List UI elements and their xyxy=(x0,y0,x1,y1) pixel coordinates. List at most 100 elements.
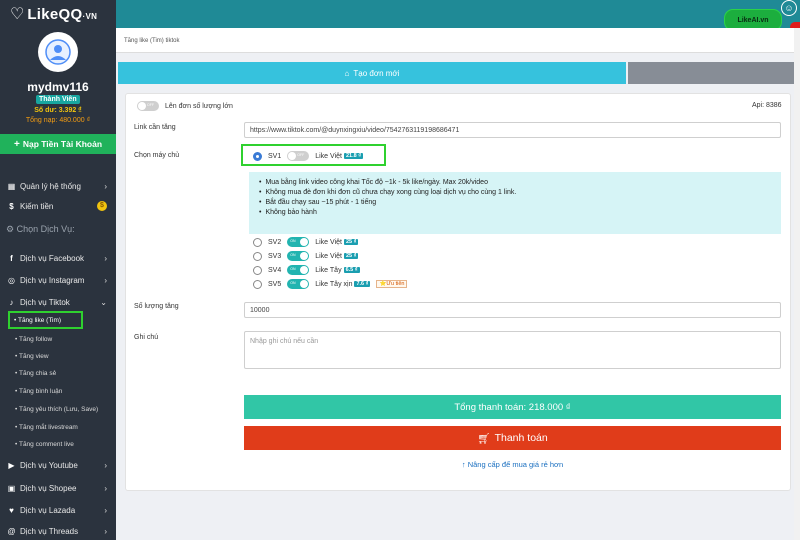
server-desc: Like Việt xyxy=(315,238,342,246)
chevron-right-icon: › xyxy=(104,483,107,493)
sub-item-follow[interactable]: • Tăng follow xyxy=(15,336,52,343)
scrollbar[interactable] xyxy=(794,28,800,540)
server-option-sv3[interactable]: SV3 ON Like Việt 25 ₫ xyxy=(253,250,359,262)
sidebar-item-label: Kiếm tiền xyxy=(20,201,54,211)
sub-item-label: Tăng chia sẻ xyxy=(18,370,57,377)
sidebar-item-label: Dịch vụ Facebook xyxy=(20,253,85,263)
toggle-text: ON xyxy=(290,253,296,257)
sidebar: ♡ LikeQQ·VN mydmv116 Thành Viên Số dư: 3… xyxy=(0,0,116,540)
server-toggle[interactable]: ON xyxy=(287,251,310,261)
server-toggle[interactable]: ON xyxy=(287,237,310,247)
total-deposit: Tổng nạp: 480.000 ₫ xyxy=(25,117,91,124)
sidebar-item-label: Dịch vụ Threads xyxy=(20,526,79,536)
facebook-icon: f xyxy=(10,253,13,263)
shopping-bag-icon: ▣ xyxy=(7,483,16,493)
info-line: Mua bằng link video công khai Tốc độ ~1k… xyxy=(259,178,516,188)
info-line: Không bảo hành xyxy=(259,208,516,218)
toggle-text: ON xyxy=(290,239,296,243)
pay-button[interactable]: 🛒︎ Thanh toán xyxy=(244,426,781,450)
server-price: 6.5 ₫ xyxy=(343,267,360,273)
note-label: Ghi chú xyxy=(134,334,159,341)
sub-item-label: Tăng view xyxy=(18,353,49,360)
server-name: SV3 xyxy=(268,252,282,260)
upgrade-link[interactable]: ↑ Nâng cấp để mua giá rẻ hơn xyxy=(244,460,781,469)
server-desc: Like Tây xyxy=(315,266,342,274)
sub-item-view[interactable]: • Tăng view xyxy=(15,353,49,360)
api-label: Api: 8386 xyxy=(752,102,782,109)
priority-label: Ưu tiên xyxy=(386,281,405,287)
server-price: 25 ₫ xyxy=(343,253,359,259)
server-price: 21.8 ₫ xyxy=(343,153,364,159)
balance: Số dư: 3.392 ₫ xyxy=(34,107,82,114)
total-button[interactable]: Tổng thanh toán: 218.000 ₫ xyxy=(244,395,781,419)
pay-button-label: Thanh toán xyxy=(494,432,548,444)
quantity-input[interactable]: 10000 xyxy=(244,302,781,318)
sidebar-item-youtube[interactable]: ▶ Dịch vụ Youtube › xyxy=(0,457,116,473)
section-label-text: Chọn Dịch Vụ: xyxy=(16,224,75,234)
user-menu-icon[interactable]: ☺ xyxy=(781,0,797,16)
toggle-text: ON xyxy=(290,281,296,285)
server-name: SV2 xyxy=(268,238,282,246)
sidebar-item-label: Dịch vụ Tiktok xyxy=(20,297,70,307)
sidebar-item-shopee[interactable]: ▣ Dịch vụ Shopee › xyxy=(0,480,116,496)
info-line: Không mua đè đơn khi đơn cũ chưa chạy xo… xyxy=(259,188,516,198)
server-option-sv2[interactable]: SV2 ON Like Việt 25 ₫ xyxy=(253,236,359,248)
tiktok-icon: ♪ xyxy=(9,297,14,307)
sidebar-item-instagram[interactable]: ◎ Dịch vụ Instagram › xyxy=(0,272,116,288)
server-toggle[interactable]: OFF xyxy=(287,151,310,161)
deposit-button[interactable]: + Nạp Tiền Tài Khoản xyxy=(0,134,116,154)
server-option-sv5[interactable]: SV5 ON Like Tây xịn 7.6 ₫ ⭐Ưu tiên xyxy=(253,278,408,290)
dollar-icon: $ xyxy=(9,201,14,211)
user-avatar-icon xyxy=(45,39,71,65)
sidebar-item-tiktok[interactable]: ♪ Dịch vụ Tiktok ⌄ xyxy=(0,294,116,310)
toggle-text: OFF xyxy=(147,103,154,107)
sidebar-item-system[interactable]: ▦ Quản lý hệ thống › xyxy=(0,178,116,194)
chevron-right-icon: › xyxy=(104,181,107,191)
username: mydmv116 xyxy=(27,80,89,94)
bulk-order-toggle[interactable]: OFF xyxy=(137,101,159,111)
server-radio[interactable] xyxy=(253,279,262,289)
sub-item-label: Tăng like (Tim) xyxy=(17,317,62,324)
breadcrumb-bar: Tăng like (Tim) tiktok xyxy=(116,28,800,53)
sub-item-save[interactable]: • Tăng yêu thích (Lưu, Save) xyxy=(15,406,98,413)
cart-plus-icon: ⌂ xyxy=(344,68,350,78)
server-toggle[interactable]: ON xyxy=(287,265,310,275)
tab-create-order[interactable]: ⌂ Tạo đơn mới xyxy=(118,62,626,84)
deposit-button-label: Nạp Tiền Tài Khoản xyxy=(22,139,103,149)
arrow-up-icon: ↑ xyxy=(461,460,466,469)
logo[interactable]: ♡ LikeQQ·VN xyxy=(0,0,116,28)
server-radio[interactable] xyxy=(253,251,262,261)
tab-history[interactable] xyxy=(628,62,800,84)
server-radio[interactable] xyxy=(253,151,262,161)
sub-item-share[interactable]: • Tăng chia sẻ xyxy=(15,370,56,377)
breadcrumb: Tăng like (Tim) tiktok xyxy=(124,38,180,44)
server-radio[interactable] xyxy=(253,237,262,247)
server-option-sv4[interactable]: SV4 ON Like Tây 6.5 ₫ xyxy=(253,264,360,276)
sub-item-comment-live[interactable]: • Tăng comment live xyxy=(15,441,74,448)
sub-item-like[interactable]: • Tăng like (Tim) xyxy=(14,317,61,324)
sidebar-item-facebook[interactable]: f Dịch vụ Facebook › xyxy=(0,250,116,266)
threads-icon: @ xyxy=(7,526,16,536)
server-toggle[interactable]: ON xyxy=(287,279,310,289)
section-label: ⚙ Chọn Dịch Vụ: xyxy=(6,224,75,235)
link-input[interactable]: https://www.tiktok.com/@duynxingxiu/vide… xyxy=(244,122,781,138)
avatar[interactable] xyxy=(38,32,78,72)
sidebar-item-lazada[interactable]: ♥ Dịch vụ Lazada › xyxy=(0,502,116,518)
server-option-sv1[interactable]: SV1 OFF Like Việt 21.8 ₫ xyxy=(253,150,364,162)
server-desc: Like Việt xyxy=(315,252,342,260)
top-bar: LikeAI.vn ☺ xyxy=(116,0,800,32)
server-radio[interactable] xyxy=(253,265,262,275)
chevron-down-icon: ⌄ xyxy=(100,297,107,307)
info-line: Bắt đầu chạy sau ~15 phút - 1 tiếng xyxy=(259,198,516,208)
chevron-right-icon: › xyxy=(104,275,107,285)
instagram-icon: ◎ xyxy=(8,275,15,285)
sidebar-item-earn[interactable]: $ Kiếm tiền $ xyxy=(0,198,116,214)
sub-item-comment[interactable]: • Tăng bình luận xyxy=(15,388,62,395)
priority-badge: ⭐Ưu tiên xyxy=(376,280,408,288)
sidebar-item-threads[interactable]: @ Dịch vụ Threads › xyxy=(0,523,116,539)
server-desc: Like Việt xyxy=(315,152,342,160)
note-textarea[interactable]: Nhập ghi chú nếu cần xyxy=(244,331,781,369)
sub-item-livestream[interactable]: • Tăng mắt livestream xyxy=(15,424,78,431)
upgrade-link-label: Nâng cấp để mua giá rẻ hơn xyxy=(467,460,564,469)
server-label: Chọn máy chủ xyxy=(134,152,180,159)
